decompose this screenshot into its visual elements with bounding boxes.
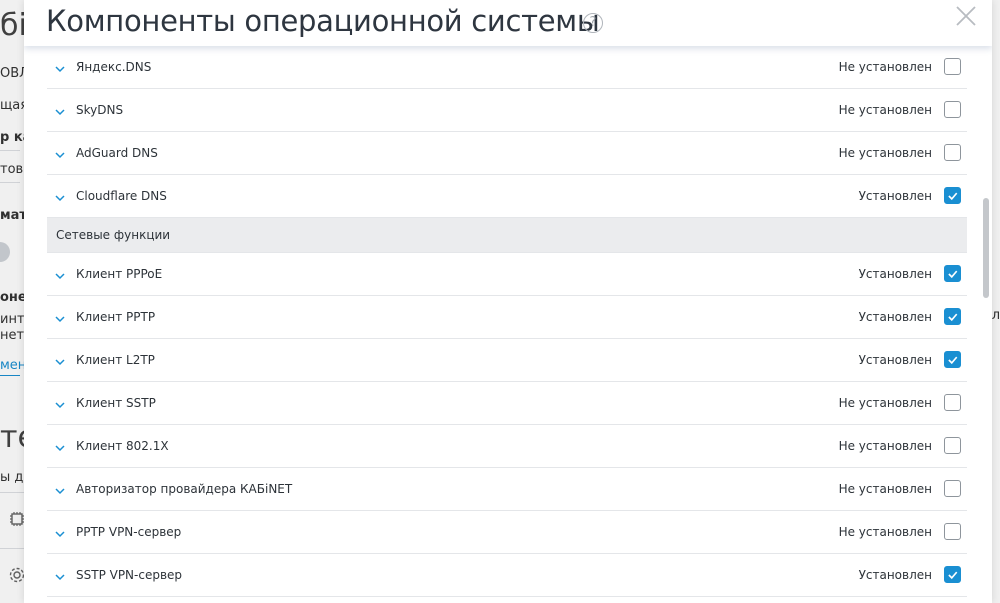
- component-checkbox[interactable]: [944, 101, 961, 118]
- dialog-header: Компоненты операционной системы ?: [24, 0, 992, 46]
- component-row[interactable]: Клиент 802.1X Не установлен: [47, 425, 967, 468]
- component-name: Клиент 802.1X: [76, 439, 169, 453]
- component-row[interactable]: SSTP VPN-сервер Установлен: [47, 554, 967, 597]
- scrollbar-thumb[interactable]: [983, 198, 989, 298]
- chevron-down-icon[interactable]: [54, 396, 66, 409]
- component-status: Не установлен: [838, 60, 932, 74]
- component-row[interactable]: Cloudflare DNS Установлен: [47, 175, 967, 218]
- scrollbar[interactable]: [982, 46, 990, 603]
- component-name: Клиент SSTP: [76, 396, 156, 410]
- component-name: Авторизатор провайдера КАБiNET: [76, 482, 293, 496]
- component-status: Установлен: [858, 353, 932, 367]
- help-icon[interactable]: ?: [583, 13, 603, 33]
- component-row[interactable]: Яндекс.DNS Не установлен: [47, 46, 967, 89]
- component-row[interactable]: Клиент PPTP Установлен: [47, 296, 967, 339]
- component-status: Не установлен: [838, 146, 932, 160]
- component-checkbox[interactable]: [944, 265, 961, 282]
- chevron-down-icon[interactable]: [54, 189, 66, 202]
- component-row[interactable]: Клиент L2TP Установлен: [47, 339, 967, 382]
- component-checkbox[interactable]: [944, 308, 961, 325]
- component-status: Установлен: [858, 310, 932, 324]
- component-checkbox[interactable]: [944, 523, 961, 540]
- dialog-title: Компоненты операционной системы: [46, 4, 600, 38]
- component-status: Установлен: [858, 568, 932, 582]
- component-row[interactable]: PPTP VPN-сервер Не установлен: [47, 511, 967, 554]
- component-status: Не установлен: [838, 396, 932, 410]
- component-row[interactable]: SkyDNS Не установлен: [47, 89, 967, 132]
- component-row[interactable]: Авторизатор провайдера КАБiNET Не установ…: [47, 468, 967, 511]
- section-title: Сетевые функции: [56, 228, 171, 242]
- close-icon[interactable]: [954, 4, 978, 28]
- component-checkbox[interactable]: [944, 351, 961, 368]
- component-name: Яндекс.DNS: [76, 60, 152, 74]
- components-list: Яндекс.DNS Не установлен SkyDNS Не установл…: [47, 46, 967, 597]
- section-header: Сетевые функции: [47, 218, 967, 253]
- component-status: Не установлен: [838, 103, 932, 117]
- component-status: Не установлен: [838, 482, 932, 496]
- component-status: Установлен: [858, 189, 932, 203]
- component-row[interactable]: Клиент PPPoE Установлен: [47, 253, 967, 296]
- chevron-down-icon[interactable]: [54, 439, 66, 452]
- component-checkbox[interactable]: [944, 58, 961, 75]
- component-checkbox[interactable]: [944, 437, 961, 454]
- chevron-down-icon[interactable]: [54, 353, 66, 366]
- chevron-down-icon[interactable]: [54, 267, 66, 280]
- component-checkbox[interactable]: [944, 144, 961, 161]
- component-status: Не установлен: [838, 525, 932, 539]
- chevron-down-icon[interactable]: [54, 60, 66, 73]
- component-name: AdGuard DNS: [76, 146, 158, 160]
- component-name: Клиент L2TP: [76, 353, 155, 367]
- chevron-down-icon[interactable]: [54, 146, 66, 159]
- component-status: Не установлен: [838, 439, 932, 453]
- component-name: Клиент PPPoE: [76, 267, 163, 281]
- component-checkbox[interactable]: [944, 187, 961, 204]
- component-name: Cloudflare DNS: [76, 189, 167, 203]
- os-components-dialog: Компоненты операционной системы ? Яндекс…: [24, 0, 992, 603]
- component-name: SkyDNS: [76, 103, 124, 117]
- chevron-down-icon[interactable]: [54, 103, 66, 116]
- component-name: SSTP VPN-сервер: [76, 568, 183, 582]
- component-checkbox[interactable]: [944, 480, 961, 497]
- component-name: Клиент PPTP: [76, 310, 156, 324]
- component-checkbox[interactable]: [944, 566, 961, 583]
- chevron-down-icon[interactable]: [54, 310, 66, 323]
- component-row[interactable]: Клиент SSTP Не установлен: [47, 382, 967, 425]
- chevron-down-icon[interactable]: [54, 568, 66, 581]
- chevron-down-icon[interactable]: [54, 482, 66, 495]
- component-checkbox[interactable]: [944, 394, 961, 411]
- component-status: Установлен: [858, 267, 932, 281]
- chevron-down-icon[interactable]: [54, 525, 66, 538]
- component-name: PPTP VPN-сервер: [76, 525, 182, 539]
- component-row[interactable]: AdGuard DNS Не установлен: [47, 132, 967, 175]
